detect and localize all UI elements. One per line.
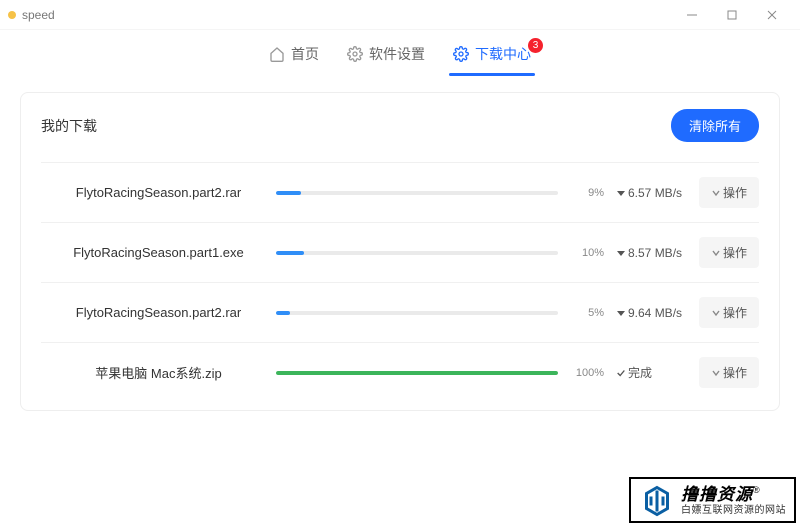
download-item: FlytoRacingSeason.part2.rar 9%6.57 MB/s操作 <box>41 162 759 222</box>
clear-all-button[interactable]: 清除所有 <box>671 109 759 142</box>
tab-label: 软件设置 <box>369 44 425 64</box>
notification-badge: 3 <box>528 38 543 53</box>
window-controls <box>672 0 792 30</box>
watermark-main: 撸撸资源 <box>681 485 753 504</box>
chevron-down-icon <box>711 188 721 198</box>
card-title: 我的下载 <box>41 116 97 136</box>
progress-fill <box>276 371 558 375</box>
watermark-text: 撸撸资源® 白嫖互联网资源的网站 <box>681 485 786 517</box>
chevron-down-icon <box>711 248 721 258</box>
tab-downloads[interactable]: 下载中心 3 <box>453 44 531 76</box>
progress-wrap: 10% <box>276 247 604 259</box>
action-button[interactable]: 操作 <box>699 297 759 328</box>
download-arrow-icon <box>616 248 626 258</box>
download-arrow-icon <box>616 188 626 198</box>
progress-wrap: 100% <box>276 367 604 379</box>
home-icon <box>269 46 285 62</box>
watermark: 撸撸资源® 白嫖互联网资源的网站 <box>629 477 796 523</box>
download-filename: 苹果电脑 Mac系统.zip <box>41 363 276 382</box>
progress-fill <box>276 191 301 195</box>
progress-fill <box>276 251 304 255</box>
tab-label: 首页 <box>291 44 319 64</box>
download-item: FlytoRacingSeason.part1.exe 10%8.57 MB/s操… <box>41 222 759 282</box>
titlebar: speed <box>0 0 800 30</box>
download-filename: FlytoRacingSeason.part2.rar <box>41 305 276 320</box>
progress-bar <box>276 251 558 255</box>
action-button[interactable]: 操作 <box>699 177 759 208</box>
download-arrow-icon <box>616 308 626 318</box>
action-button[interactable]: 操作 <box>699 357 759 388</box>
progress-bar <box>276 311 558 315</box>
progress-bar <box>276 371 558 375</box>
download-list: FlytoRacingSeason.part2.rar9%6.57 MB/s操作… <box>41 162 759 402</box>
progress-fill <box>276 311 290 315</box>
close-button[interactable] <box>752 0 792 30</box>
watermark-logo-icon <box>639 483 675 519</box>
tab-label: 下载中心 <box>475 44 531 64</box>
tab-home[interactable]: 首页 <box>269 44 319 76</box>
gear-icon <box>453 46 469 62</box>
chevron-down-icon <box>711 368 721 378</box>
tab-bar: 首页 软件设置 下载中心 3 <box>0 30 800 76</box>
content-area: 我的下载 清除所有 FlytoRacingSeason.part2.rar 9%6… <box>0 76 800 427</box>
download-speed: 9.64 MB/s <box>604 306 699 320</box>
downloads-card: 我的下载 清除所有 FlytoRacingSeason.part2.rar 9%6… <box>20 92 780 411</box>
download-item: 苹果电脑 Mac系统.zip 100%完成操作 <box>41 342 759 402</box>
action-button[interactable]: 操作 <box>699 237 759 268</box>
tab-settings[interactable]: 软件设置 <box>347 44 425 76</box>
download-filename: FlytoRacingSeason.part2.rar <box>41 185 276 200</box>
registered-icon: ® <box>753 485 760 495</box>
download-speed: 8.57 MB/s <box>604 246 699 260</box>
maximize-button[interactable] <box>712 0 752 30</box>
minimize-button[interactable] <box>672 0 712 30</box>
progress-percent: 5% <box>568 307 604 319</box>
progress-percent: 10% <box>568 247 604 259</box>
download-filename: FlytoRacingSeason.part1.exe <box>41 245 276 260</box>
progress-wrap: 9% <box>276 187 604 199</box>
check-icon <box>616 368 626 378</box>
download-speed: 6.57 MB/s <box>604 186 699 200</box>
progress-bar <box>276 191 558 195</box>
download-item: FlytoRacingSeason.part2.rar 5%9.64 MB/s操作 <box>41 282 759 342</box>
watermark-sub: 白嫖互联网资源的网站 <box>681 505 786 517</box>
progress-percent: 9% <box>568 187 604 199</box>
app-dot <box>8 11 16 19</box>
progress-wrap: 5% <box>276 307 604 319</box>
window-title: speed <box>22 8 55 22</box>
progress-percent: 100% <box>568 367 604 379</box>
gear-icon <box>347 46 363 62</box>
chevron-down-icon <box>711 308 721 318</box>
card-header: 我的下载 清除所有 <box>41 109 759 142</box>
download-status-done: 完成 <box>604 364 699 381</box>
